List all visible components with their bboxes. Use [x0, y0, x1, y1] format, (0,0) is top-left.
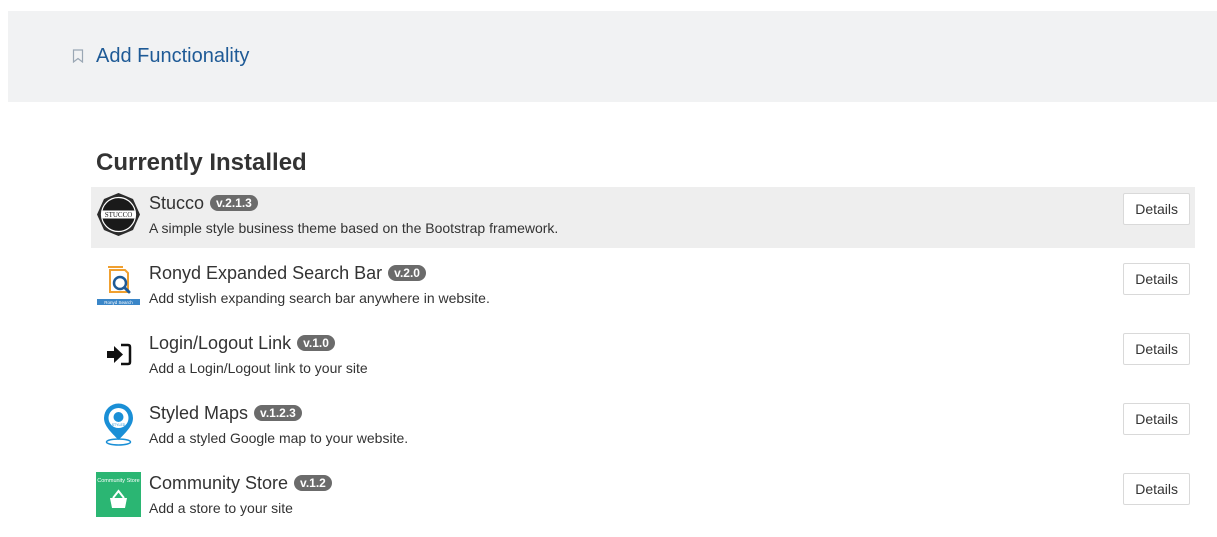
addon-description: Add a Login/Logout link to your site: [149, 360, 368, 376]
version-badge: v.1.2.3: [254, 405, 302, 421]
details-button[interactable]: Details: [1123, 193, 1190, 225]
header-bar: Add Functionality: [8, 11, 1217, 102]
search-bar-icon: Ronyd Search: [96, 262, 141, 307]
map-pin-icon: STYLED: [96, 402, 141, 447]
details-button[interactable]: Details: [1123, 333, 1190, 365]
svg-text:STYLED: STYLED: [112, 423, 126, 427]
bookmark-icon: [72, 49, 84, 64]
addon-name: Community Store: [149, 473, 289, 493]
store-basket-icon: Community Store: [96, 472, 141, 517]
section-title: Currently Installed: [96, 149, 307, 176]
addon-description: Add a store to your site: [149, 500, 293, 516]
addon-name: Stucco: [149, 193, 205, 213]
addon-row-login-logout: Login/Logout Link v.1.0 Add a Login/Logo…: [91, 327, 1195, 397]
stucco-logo-icon: STUCCO: [96, 192, 141, 237]
details-button[interactable]: Details: [1123, 403, 1190, 435]
details-button[interactable]: Details: [1123, 473, 1190, 505]
addon-name: Ronyd Expanded Search Bar: [149, 263, 383, 283]
header-title: Add Functionality: [96, 45, 250, 67]
svg-text:Ronyd Search: Ronyd Search: [104, 300, 133, 305]
addon-description: Add a styled Google map to your website.: [149, 430, 409, 446]
svg-text:STUCCO: STUCCO: [105, 211, 133, 219]
addon-name: Login/Logout Link: [149, 333, 292, 353]
version-badge: v.2.0: [388, 265, 426, 281]
version-badge: v.2.1.3: [210, 195, 258, 211]
addon-row-stucco: STUCCO Stucco v.2.1.3 A simple style bus…: [91, 187, 1195, 248]
addon-list: STUCCO Stucco v.2.1.3 A simple style bus…: [91, 187, 1195, 537]
version-badge: v.1.0: [297, 335, 335, 351]
svg-text:Community Store: Community Store: [97, 478, 140, 484]
addon-name: Styled Maps: [149, 403, 249, 423]
addon-text: Stucco v.2.1.3 A simple style business t…: [149, 191, 558, 237]
login-arrow-icon: [96, 332, 141, 377]
addon-row-community-store: Community Store Community Store v.1.2 Ad…: [91, 467, 1195, 537]
addon-text: Styled Maps v.1.2.3 Add a styled Google …: [149, 401, 408, 447]
details-button[interactable]: Details: [1123, 263, 1190, 295]
version-badge: v.1.2: [294, 475, 332, 491]
addon-text: Ronyd Expanded Search Bar v.2.0 Add styl…: [149, 261, 490, 307]
addon-row-ronyd-search: Ronyd Search Ronyd Expanded Search Bar v…: [91, 257, 1195, 327]
add-functionality-link[interactable]: Add Functionality: [72, 44, 249, 68]
addon-description: Add stylish expanding search bar anywher…: [149, 290, 490, 306]
addon-row-styled-maps: STYLED Styled Maps v.1.2.3 Add a styled …: [91, 397, 1195, 467]
addon-description: A simple style business theme based on t…: [149, 220, 559, 236]
addon-text: Login/Logout Link v.1.0 Add a Login/Logo…: [149, 331, 368, 377]
addon-text: Community Store v.1.2 Add a store to you…: [149, 471, 332, 517]
